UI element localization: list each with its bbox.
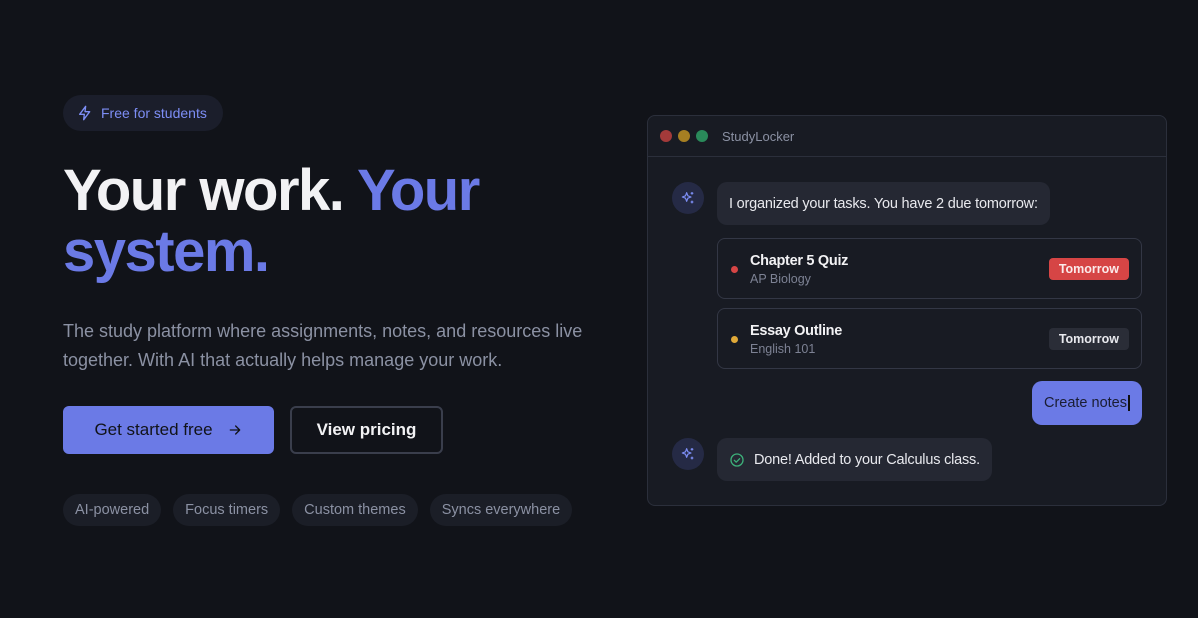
lightning-icon [77,105,93,121]
task-course: English 101 [750,342,816,356]
app-preview-window: StudyLocker I organized your tasks. You … [647,115,1167,506]
get-started-button[interactable]: Get started free [63,406,274,454]
ai-message-confirmation: Done! Added to your Calculus class. [717,438,992,481]
free-for-students-badge: Free for students [63,95,223,131]
sparkles-icon [680,190,696,206]
maximize-dot [696,130,708,142]
window-title: StudyLocker [722,128,795,144]
get-started-label: Get started free [94,420,213,439]
check-circle-icon [729,452,745,468]
hero-headline: Your work. Your system. [63,158,480,284]
task-course: AP Biology [750,272,811,286]
ai-avatar [672,182,704,214]
priority-dot [731,266,738,273]
close-dot [660,130,672,142]
confirmation-text: Done! Added to your Calculus class. [754,451,980,468]
arrow-right-icon [227,422,243,438]
priority-dot [731,336,738,343]
task-title: Essay Outline [750,323,842,339]
feature-tag: Custom themes [292,494,418,526]
headline-line-1: Your work. Your [63,158,480,223]
sparkles-icon [680,446,696,462]
user-message-text: Create notes [1043,395,1127,411]
headline-line-2: system. [63,219,270,284]
view-pricing-button[interactable]: View pricing [290,406,443,454]
user-message: Create notes [1031,381,1142,425]
window-titlebar: StudyLocker [648,116,1166,157]
text-cursor [1128,395,1130,411]
landing-page: Free for students Your work. Your system… [0,0,1198,618]
ai-message-tasks: I organized your tasks. You have 2 due t… [717,182,1050,225]
task-card[interactable]: Chapter 5 Quiz AP Biology Tomorrow [717,238,1142,299]
due-badge: Tomorrow [1048,258,1129,280]
feature-tag: Focus timers [173,494,281,526]
badge-label: Free for students [101,105,207,121]
feature-tags: AI-powered Focus timers Custom themes Sy… [63,494,573,526]
hero-subtitle: The study platform where assignments, no… [63,321,583,370]
ai-avatar [672,438,704,470]
feature-tag: Syncs everywhere [429,494,573,526]
minimize-dot [678,130,690,142]
due-badge: Tomorrow [1048,328,1129,350]
feature-tag: AI-powered [63,494,162,526]
task-card[interactable]: Essay Outline English 101 Tomorrow [717,308,1142,369]
task-title: Chapter 5 Quiz [750,253,849,269]
